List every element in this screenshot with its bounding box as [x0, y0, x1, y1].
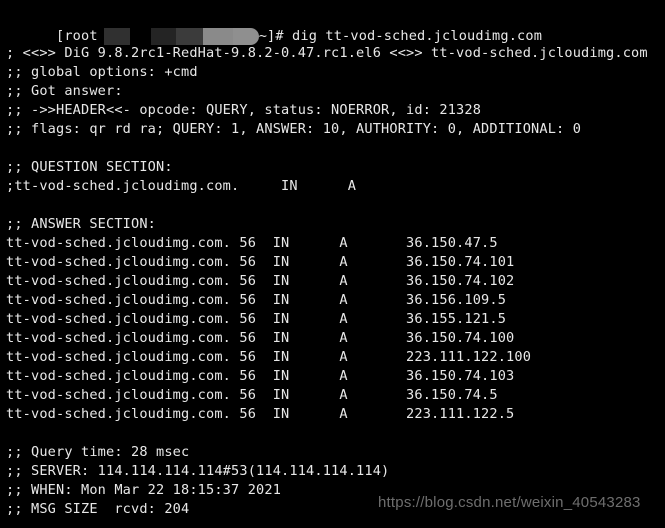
prompt-command: dig tt-vod-sched.jcloudimg.com	[283, 28, 543, 44]
answer-row: tt-vod-sched.jcloudimg.com. 56 IN A 223.…	[6, 349, 532, 365]
redaction-block-3	[175, 27, 203, 45]
redaction-block-1	[103, 27, 130, 45]
answer-row: tt-vod-sched.jcloudimg.com. 56 IN A 36.1…	[6, 273, 515, 289]
redaction-block-5	[232, 27, 259, 45]
answer-row: tt-vod-sched.jcloudimg.com. 56 IN A 36.1…	[6, 330, 515, 346]
output-line-global-options: ;; global options: +cmd	[6, 64, 198, 80]
answer-row: tt-vod-sched.jcloudimg.com. 56 IN A 223.…	[6, 406, 515, 422]
answer-row: tt-vod-sched.jcloudimg.com. 56 IN A 36.1…	[6, 387, 498, 403]
answer-row: tt-vod-sched.jcloudimg.com. 56 IN A 36.1…	[6, 311, 507, 327]
question-section-heading: ;; QUESTION SECTION:	[6, 159, 173, 175]
terminal-window[interactable]: [root ~]# dig tt-vod-sched.jcloudimg.com …	[0, 0, 665, 528]
terminal-screen[interactable]: [root ~]# dig tt-vod-sched.jcloudimg.com …	[0, 0, 665, 519]
watermark-url: https://blog.csdn.net/weixin_40543283	[378, 494, 641, 511]
answer-section-heading: ;; ANSWER SECTION:	[6, 216, 157, 232]
output-line-got-answer: ;; Got answer:	[6, 83, 123, 99]
question-section-row: ;tt-vod-sched.jcloudimg.com. IN A	[6, 178, 357, 194]
answer-row: tt-vod-sched.jcloudimg.com. 56 IN A 36.1…	[6, 254, 515, 270]
shell-prompt-line: [root ~]# dig tt-vod-sched.jcloudimg.com	[6, 3, 665, 45]
redaction-block-2	[150, 27, 176, 45]
answer-row: tt-vod-sched.jcloudimg.com. 56 IN A 36.1…	[6, 235, 498, 251]
redaction-block-4	[202, 27, 233, 45]
output-line-flags: ;; flags: qr rd ra; QUERY: 1, ANSWER: 10…	[6, 121, 582, 137]
prompt-user-prefix: [root	[56, 28, 98, 44]
prompt-path-suffix: ~]#	[258, 28, 284, 44]
answer-row: tt-vod-sched.jcloudimg.com. 56 IN A 36.1…	[6, 368, 515, 384]
answer-row: tt-vod-sched.jcloudimg.com. 56 IN A 36.1…	[6, 292, 507, 308]
output-line-header: ;; ->>HEADER<<- opcode: QUERY, status: N…	[6, 102, 482, 118]
stat-server: ;; SERVER: 114.114.114.114#53(114.114.11…	[6, 463, 390, 479]
stat-query-time: ;; Query time: 28 msec	[6, 444, 190, 460]
redaction-gap-2	[129, 27, 151, 45]
